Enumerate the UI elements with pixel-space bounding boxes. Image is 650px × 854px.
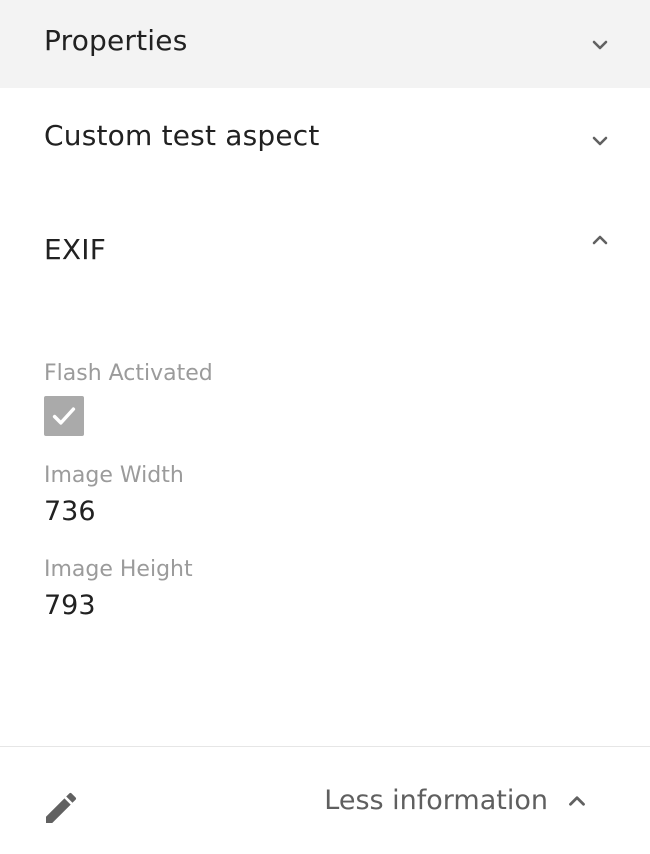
- edit-button[interactable]: [38, 785, 84, 831]
- section-header-exif[interactable]: EXIF: [0, 184, 650, 314]
- section-title-custom-test-aspect: Custom test aspect: [44, 118, 320, 152]
- section-header-custom-test-aspect[interactable]: Custom test aspect: [0, 88, 650, 184]
- chevron-down-icon[interactable]: [586, 127, 614, 155]
- info-panel: Properties Custom test aspect EXIF Flash…: [0, 0, 650, 854]
- field-label: Image Height: [44, 557, 193, 582]
- chevron-up-icon: [562, 786, 592, 816]
- checkmark-icon: [52, 407, 76, 425]
- section-title-exif: EXIF: [44, 232, 107, 266]
- field-label: Flash Activated: [44, 361, 213, 386]
- pencil-icon: [46, 792, 77, 823]
- exif-fields: Flash Activated Image Width 736 Image He…: [0, 360, 650, 624]
- field-value: 736: [44, 496, 96, 527]
- field-value: 793: [44, 590, 96, 621]
- field-label: Image Width: [44, 463, 184, 488]
- section-title-properties: Properties: [44, 23, 188, 57]
- panel-footer: Less information: [0, 747, 650, 854]
- flash-activated-checkbox: [44, 396, 84, 436]
- chevron-down-icon[interactable]: [586, 31, 614, 59]
- chevron-up-icon[interactable]: [586, 226, 614, 254]
- less-information-button[interactable]: Less information: [324, 785, 592, 816]
- field-image-width: Image Width 736: [44, 462, 606, 530]
- field-image-height: Image Height 793: [44, 556, 606, 624]
- section-header-properties[interactable]: Properties: [0, 0, 650, 88]
- field-flash-activated: Flash Activated: [44, 360, 606, 436]
- less-information-label: Less information: [324, 785, 548, 816]
